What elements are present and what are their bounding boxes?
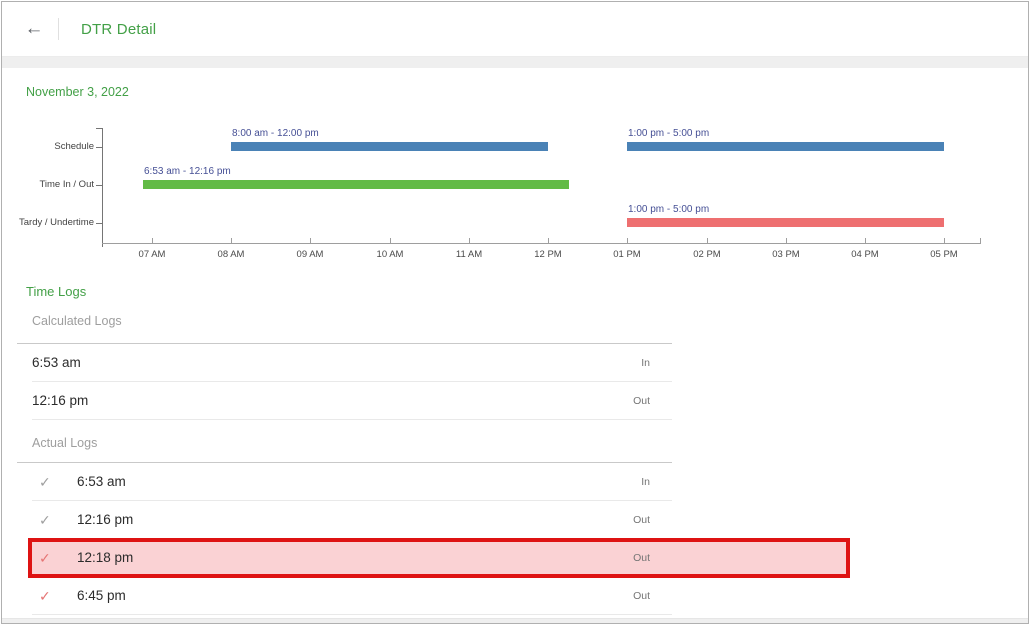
x-axis-tick-label: 11 AM <box>443 249 495 260</box>
time-logs-list: Calculated Logs 6:53 am In 12:16 pm Out … <box>17 299 672 615</box>
category-label: Tardy / Undertime <box>2 217 94 229</box>
back-button[interactable]: ← <box>20 15 48 43</box>
x-axis-tick <box>152 238 153 243</box>
log-time: 12:16 pm <box>32 393 88 408</box>
timeline-chart: Schedule Time In / Out Tardy / Undertime 07… <box>2 110 1028 268</box>
chart-bar-label: 6:53 am - 12:16 pm <box>144 166 231 177</box>
x-axis-tick-label: 08 AM <box>205 249 257 260</box>
log-direction: Out <box>633 590 672 602</box>
chart-bar-label: 8:00 am - 12:00 pm <box>232 128 319 139</box>
check-icon: ✓ <box>39 589 55 603</box>
log-direction: Out <box>633 395 672 407</box>
chart-bar-label: 1:00 pm - 5:00 pm <box>628 128 709 139</box>
back-arrow-icon: ← <box>25 18 44 40</box>
x-axis-tick-label: 10 AM <box>364 249 416 260</box>
x-axis-tick-label: 07 AM <box>126 249 178 260</box>
app-window: ← DTR Detail November 3, 2022 Schedule Ti… <box>1 1 1029 624</box>
x-axis-tick <box>944 238 945 243</box>
log-time: 12:18 pm <box>77 550 133 565</box>
table-row[interactable]: ✓ 6:53 am In <box>32 463 672 501</box>
y-axis-line <box>102 128 103 247</box>
x-axis-line <box>102 243 981 244</box>
x-axis-tick <box>310 238 311 243</box>
table-row-highlighted[interactable]: ✓ 12:18 pm Out <box>32 539 672 577</box>
x-axis-tick-label: 03 PM <box>760 249 812 260</box>
page-title: DTR Detail <box>81 21 156 38</box>
table-row[interactable]: ✓ 12:16 pm Out <box>32 501 672 539</box>
table-row[interactable]: 6:53 am In <box>32 344 672 382</box>
x-axis-tick <box>469 238 470 243</box>
table-row[interactable]: 12:16 pm Out <box>32 382 672 420</box>
log-time: 6:53 am <box>77 474 126 489</box>
x-axis-tick-label: 04 PM <box>839 249 891 260</box>
log-time: 12:16 pm <box>77 512 133 527</box>
header-separator-strip <box>2 57 1028 68</box>
category-tick <box>96 223 102 224</box>
x-axis-tick <box>548 238 549 243</box>
chart-bar <box>143 180 569 189</box>
chart-bar <box>627 142 944 151</box>
check-icon: ✓ <box>39 475 55 489</box>
log-direction: In <box>641 476 672 488</box>
actual-logs-header: Actual Logs <box>17 420 672 463</box>
category-label: Schedule <box>2 141 94 153</box>
y-axis-top-tick <box>96 128 102 129</box>
x-axis-tick <box>707 238 708 243</box>
date-label: November 3, 2022 <box>2 68 1028 100</box>
x-axis-end-tick <box>980 238 981 243</box>
x-axis-tick <box>231 238 232 243</box>
time-logs-title: Time Logs <box>26 284 1028 299</box>
log-direction: In <box>641 357 672 369</box>
check-icon: ✓ <box>39 551 55 565</box>
calculated-logs-header: Calculated Logs <box>17 299 672 344</box>
x-axis-tick <box>865 238 866 243</box>
x-axis-tick-label: 09 AM <box>284 249 336 260</box>
chart-bar <box>231 142 548 151</box>
category-tick <box>96 185 102 186</box>
category-tick <box>96 147 102 148</box>
log-time: 6:53 am <box>32 355 81 370</box>
footer-strip <box>2 618 1028 623</box>
x-axis-tick <box>390 238 391 243</box>
table-row[interactable]: ✓ 6:45 pm Out <box>32 577 672 615</box>
x-axis-tick-label: 01 PM <box>601 249 653 260</box>
header-divider <box>58 18 59 40</box>
highlight-annotation-box <box>28 538 850 578</box>
x-axis-tick <box>786 238 787 243</box>
check-icon: ✓ <box>39 513 55 527</box>
log-time: 6:45 pm <box>77 588 126 603</box>
chart-bar <box>627 218 944 227</box>
chart-bar-label: 1:00 pm - 5:00 pm <box>628 204 709 215</box>
log-direction: Out <box>633 514 672 526</box>
x-axis-tick <box>627 238 628 243</box>
page-header: ← DTR Detail <box>2 2 1028 57</box>
x-axis-tick-label: 12 PM <box>522 249 574 260</box>
main-content: November 3, 2022 Schedule Time In / Out Ta… <box>2 68 1028 618</box>
x-axis-tick-label: 02 PM <box>681 249 733 260</box>
log-direction: Out <box>633 552 672 564</box>
x-axis-tick-label: 05 PM <box>918 249 970 260</box>
category-label: Time In / Out <box>2 179 94 191</box>
